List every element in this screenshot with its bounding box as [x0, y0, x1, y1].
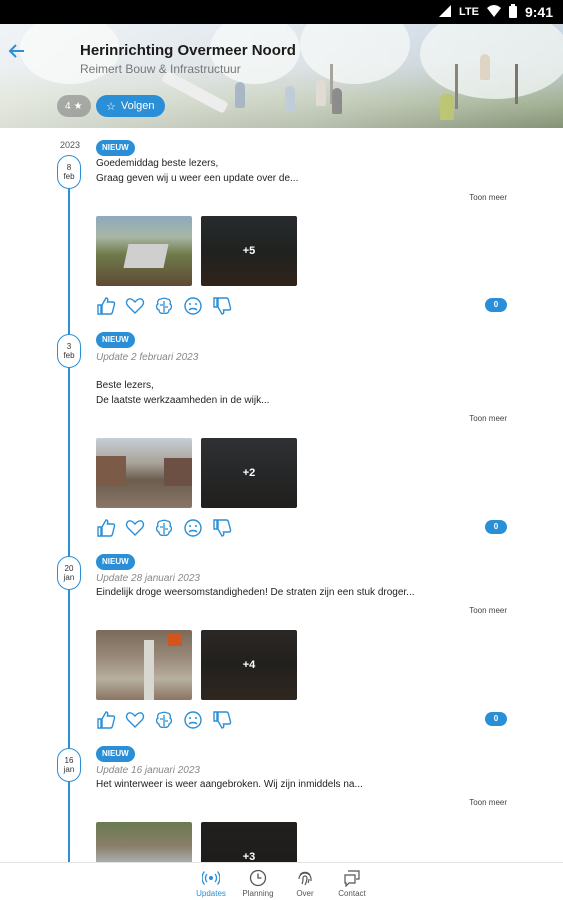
comment-count[interactable]: 0	[485, 298, 507, 312]
comment-count[interactable]: 0	[485, 520, 507, 534]
brain-icon[interactable]	[154, 518, 174, 538]
show-more-link[interactable]: Toon meer	[469, 193, 507, 202]
tab-planning[interactable]: Planning	[240, 863, 277, 900]
date-month: jan	[63, 765, 75, 774]
thumbs-up-icon[interactable]	[96, 710, 116, 730]
updates-feed[interactable]: 2023 8 feb NIEUW Goedemiddag beste lezer…	[0, 128, 563, 862]
heart-icon[interactable]	[125, 518, 145, 538]
more-photos-count: +4	[201, 630, 297, 700]
thumbs-down-icon[interactable]	[212, 710, 232, 730]
date-day: 3	[66, 342, 72, 351]
update-date: Update 2 februari 2023	[96, 352, 199, 363]
bottom-tab-bar: Updates Planning Over Contact	[0, 862, 563, 900]
post-line-2: Graag geven wij u weer een update over d…	[96, 173, 299, 184]
more-photos-count: +2	[201, 438, 297, 508]
post-line-1: Beste lezers,	[96, 380, 154, 391]
photo-thumbnail[interactable]	[96, 822, 192, 862]
photo-thumbnail-more[interactable]: +3	[201, 822, 297, 862]
new-badge: NIEUW	[96, 746, 135, 762]
date-day: 8	[66, 163, 72, 172]
heart-icon[interactable]	[125, 296, 145, 316]
followers-count: 4 ★	[57, 95, 91, 117]
thumbs-up-icon[interactable]	[96, 518, 116, 538]
tab-label: Planning	[242, 889, 274, 898]
date-bubble: 20 jan	[57, 556, 81, 590]
thumbs-up-icon[interactable]	[96, 296, 116, 316]
clock: 9:41	[524, 4, 553, 20]
sad-face-icon[interactable]	[183, 518, 203, 538]
star-outline-icon: ☆	[106, 100, 116, 113]
update-date: Update 16 januari 2023	[96, 765, 200, 776]
new-badge: NIEUW	[96, 332, 135, 348]
brain-icon[interactable]	[154, 296, 174, 316]
thumbs-down-icon[interactable]	[212, 296, 232, 316]
post-line-1: Eindelijk droge weersomstandigheden! De …	[96, 587, 415, 598]
tab-label: Contact	[338, 889, 366, 898]
date-bubble: 3 feb	[57, 334, 81, 368]
reaction-bar	[96, 296, 232, 316]
reaction-bar	[96, 518, 232, 538]
post-line-1: Goedemiddag beste lezers,	[96, 158, 219, 169]
project-header: Herinrichting Overmeer Noord Reimert Bou…	[0, 24, 563, 128]
sad-face-icon[interactable]	[183, 296, 203, 316]
date-month: feb	[63, 172, 75, 181]
battery-icon	[508, 3, 517, 21]
clock-icon	[249, 869, 267, 887]
sad-face-icon[interactable]	[183, 710, 203, 730]
photo-thumbnail-more[interactable]: +2	[201, 438, 297, 508]
network-label: LTE	[459, 6, 479, 18]
project-title: Herinrichting Overmeer Noord	[80, 42, 296, 59]
date-month: jan	[63, 573, 75, 582]
signal-icon	[439, 4, 451, 20]
reaction-bar	[96, 710, 232, 730]
back-button[interactable]	[6, 42, 28, 64]
date-day: 20	[64, 564, 74, 573]
chat-icon	[344, 870, 360, 887]
new-badge: NIEUW	[96, 554, 135, 570]
show-more-link[interactable]: Toon meer	[469, 414, 507, 423]
photo-thumbnail-more[interactable]: +4	[201, 630, 297, 700]
new-badge: NIEUW	[96, 140, 135, 156]
more-photos-count: +3	[201, 822, 297, 862]
post-line-1: Het winterweer is weer aangebroken. Wij …	[96, 779, 363, 790]
timeline-year: 2023	[60, 140, 81, 150]
photo-thumbnail[interactable]	[96, 216, 192, 286]
tab-updates[interactable]: Updates	[193, 863, 230, 900]
thumbs-down-icon[interactable]	[212, 518, 232, 538]
project-company: Reimert Bouw & Infrastructuur	[80, 62, 241, 76]
photo-thumbnail-more[interactable]: +5	[201, 216, 297, 286]
comment-count[interactable]: 0	[485, 712, 507, 726]
status-bar: LTE 9:41	[0, 0, 563, 24]
date-bubble: 16 jan	[57, 748, 81, 782]
follow-label: Volgen	[120, 100, 155, 112]
show-more-link[interactable]: Toon meer	[469, 798, 507, 807]
tab-over[interactable]: Over	[287, 863, 324, 900]
follow-button[interactable]: ☆ Volgen	[96, 95, 165, 117]
wifi-icon	[486, 4, 501, 20]
photo-thumbnail[interactable]	[96, 630, 192, 700]
update-date: Update 28 januari 2023	[96, 573, 200, 584]
show-more-link[interactable]: Toon meer	[469, 606, 507, 615]
star-icon: ★	[73, 100, 83, 112]
more-photos-count: +5	[201, 216, 297, 286]
fingerprint-icon	[298, 871, 312, 886]
date-month: feb	[63, 351, 75, 360]
heart-icon[interactable]	[125, 710, 145, 730]
tab-label: Over	[296, 889, 314, 898]
date-bubble: 8 feb	[57, 155, 81, 189]
brain-icon[interactable]	[154, 710, 174, 730]
date-day: 16	[64, 756, 74, 765]
arrow-left-icon	[8, 44, 24, 58]
post-line-2: De laatste werkzaamheden in de wijk...	[96, 395, 270, 406]
broadcast-icon	[202, 871, 220, 885]
tab-contact[interactable]: Contact	[334, 863, 371, 900]
tab-label: Updates	[196, 889, 226, 898]
photo-thumbnail[interactable]	[96, 438, 192, 508]
followers-count-value: 4	[65, 100, 71, 112]
